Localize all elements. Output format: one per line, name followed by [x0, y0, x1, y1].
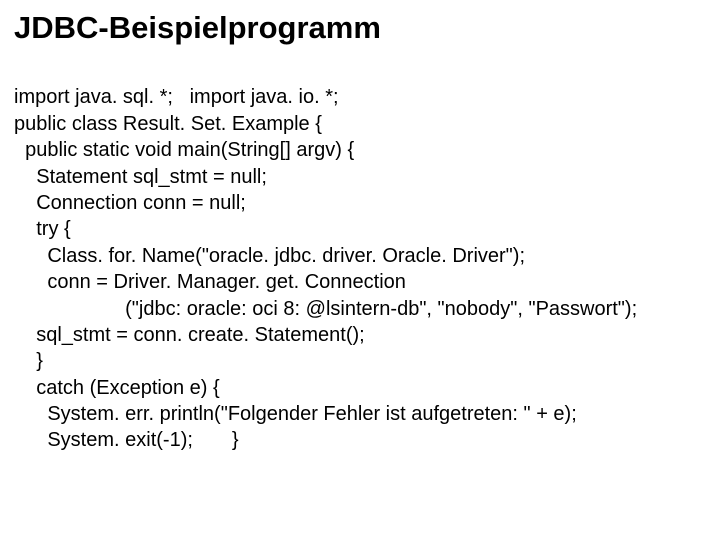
code-line: conn = Driver. Manager. get. Connection [14, 271, 406, 293]
code-line: catch (Exception e) { [14, 377, 220, 399]
slide: JDBC-Beispielprogramm import java. sql. … [0, 0, 720, 454]
code-line: System. err. println("Folgender Fehler i… [14, 403, 577, 425]
code-line: import java. sql. *; import java. io. *; [14, 86, 339, 108]
code-block: import java. sql. *; import java. io. *;… [14, 58, 706, 454]
code-line: System. exit(-1); } [14, 429, 239, 451]
code-line: Connection conn = null; [14, 192, 246, 214]
code-line: Statement sql_stmt = null; [14, 166, 267, 188]
code-line: Class. for. Name("oracle. jdbc. driver. … [14, 245, 525, 267]
code-line: ("jdbc: oracle: oci 8: @lsintern-db", "n… [14, 298, 637, 320]
code-line: try { [14, 218, 71, 240]
code-line: sql_stmt = conn. create. Statement(); [14, 324, 365, 346]
code-line: public static void main(String[] argv) { [14, 139, 354, 161]
code-line: } [14, 350, 43, 372]
code-line: public class Result. Set. Example { [14, 113, 322, 135]
slide-title: JDBC-Beispielprogramm [14, 10, 706, 46]
